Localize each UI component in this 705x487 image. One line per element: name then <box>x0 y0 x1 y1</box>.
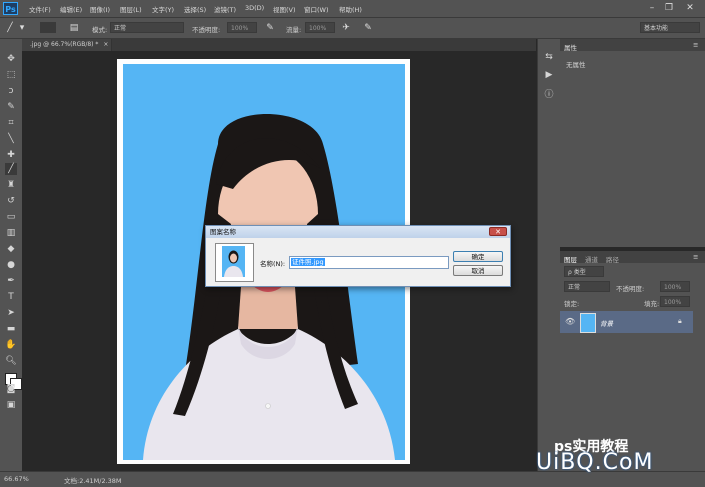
menu-window[interactable]: 窗口(W) <box>304 4 329 14</box>
flow-input[interactable]: 100% <box>305 22 335 33</box>
pressure-opacity-icon[interactable]: ✎ <box>264 22 276 34</box>
lock-icon: 🔒︎ <box>678 317 682 325</box>
move-tool-icon[interactable]: ✥ <box>5 53 17 65</box>
visibility-eye-icon[interactable]: 👁︎ <box>565 317 575 326</box>
quick-mask-icon[interactable]: ◙ <box>5 383 17 395</box>
pressure-size-icon[interactable]: ✎ <box>362 22 374 34</box>
airbrush-icon[interactable]: ✈ <box>340 22 352 34</box>
minimize-icon[interactable]: – <box>645 2 659 14</box>
ok-button[interactable]: 确定 <box>453 251 503 262</box>
menu-type[interactable]: 文字(Y) <box>152 4 174 14</box>
tab-close-icon[interactable]: × <box>103 41 108 48</box>
quick-select-tool-icon[interactable]: ✎ <box>5 101 17 113</box>
eraser-tool-icon[interactable]: ▭ <box>5 211 17 223</box>
no-properties-text: 无属性 <box>566 61 586 69</box>
menu-help[interactable]: 帮助(H) <box>339 4 362 14</box>
brush-panel-icon[interactable]: ▤ <box>68 22 80 34</box>
blur-tool-icon[interactable]: ◆ <box>5 243 17 255</box>
restore-icon[interactable]: ❐ <box>662 2 676 14</box>
panel-menu-icon[interactable]: ≡ <box>693 41 698 49</box>
clone-stamp-tool-icon[interactable]: ♜ <box>5 179 17 191</box>
gradient-tool-icon[interactable]: ▥ <box>5 227 17 239</box>
document-tab-title: .jpg @ 66.7%(RGB/8) * <box>30 41 99 48</box>
pattern-name-dialog: 图案名称 ✕ 名称(N): 证件照.jpg 确定 取消 <box>205 225 511 287</box>
dodge-tool-icon[interactable]: ● <box>5 259 17 271</box>
chevron-down-icon[interactable]: ▾ <box>16 22 28 34</box>
cancel-button[interactable]: 取消 <box>453 265 503 276</box>
fill-label: 填充: <box>644 300 660 308</box>
hand-tool-icon[interactable]: ✋ <box>5 339 17 351</box>
layer-filter-select[interactable]: ρ 类型 <box>564 266 604 277</box>
properties-header: 属性 ≡ <box>560 39 705 52</box>
path-select-tool-icon[interactable]: ➤ <box>5 307 17 319</box>
mode-select[interactable]: 正常 <box>110 22 184 33</box>
layer-fill-input[interactable]: 100% <box>660 296 690 307</box>
close-icon[interactable]: ✕ <box>683 2 697 14</box>
options-bar: ╱ ▾ ▤ 模式: 正常 不透明度: 100% ✎ 流量: 100% ✈ ✎ 基… <box>0 18 705 39</box>
type-tool-icon[interactable]: T <box>5 291 17 303</box>
menu-select[interactable]: 选择(S) <box>184 4 206 14</box>
lock-label: 锁定: <box>564 300 580 308</box>
opacity-label: 不透明度: <box>192 26 221 34</box>
menu-layer[interactable]: 图层(L) <box>120 4 142 14</box>
opacity-input[interactable]: 100% <box>227 22 257 33</box>
panel-menu-icon[interactable]: ≡ <box>693 253 698 261</box>
info-icon[interactable]: ⓘ <box>543 89 555 101</box>
dialog-title: 图案名称 <box>206 226 510 238</box>
brush-preset-picker[interactable] <box>40 22 56 33</box>
pattern-preview <box>215 243 254 282</box>
dialog-body: 名称(N): 证件照.jpg 确定 取消 <box>206 238 510 286</box>
name-label: 名称(N): <box>260 260 286 268</box>
brush-tool-icon[interactable]: ╱ <box>5 163 17 175</box>
brush-tool-icon[interactable]: ╱ <box>4 22 16 34</box>
eyedropper-tool-icon[interactable]: ╲ <box>5 133 17 145</box>
document-tab[interactable]: .jpg @ 66.7%(RGB/8) * × <box>22 39 112 51</box>
panel-icon-strip: ⇆ ▶ ⓘ <box>537 39 560 471</box>
pen-tool-icon[interactable]: ✒ <box>5 275 17 287</box>
shape-tool-icon[interactable]: ▬ <box>5 323 17 335</box>
document-info[interactable]: 文档:2.41M/2.38M <box>64 475 122 485</box>
menu-bar: Ps 文件(F) 编辑(E) 图像(I) 图层(L) 文字(Y) 选择(S) 滤… <box>0 0 705 18</box>
zoom-tool-icon[interactable]: 🔍︎ <box>5 355 17 367</box>
layers-header: 图层 通道 路径 ≡ <box>560 251 705 264</box>
menu-3d[interactable]: 3D(D) <box>245 4 264 12</box>
history-brush-tool-icon[interactable]: ↺ <box>5 195 17 207</box>
menu-file[interactable]: 文件(F) <box>29 4 51 14</box>
marquee-tool-icon[interactable]: ⬚ <box>5 69 17 81</box>
mode-label: 模式: <box>92 26 108 34</box>
menu-filter[interactable]: 滤镜(T) <box>214 4 236 14</box>
properties-panel: 属性 ≡ 无属性 <box>560 39 705 247</box>
layer-thumbnail <box>580 313 596 333</box>
tab-paths[interactable]: 路径 <box>606 254 619 264</box>
history-panel-icon[interactable]: ⇆ <box>543 51 555 63</box>
tab-properties[interactable]: 属性 <box>564 42 577 52</box>
dialog-close-button[interactable]: ✕ <box>489 227 507 236</box>
menu-view[interactable]: 视图(V) <box>273 4 296 14</box>
menu-image[interactable]: 图像(I) <box>90 4 110 14</box>
tab-layers[interactable]: 图层 <box>564 254 577 264</box>
toolbox: ✥ ⬚ ↄ ✎ ⌗ ╲ ✚ ╱ ♜ ↺ ▭ ▥ ◆ ● ✒ T ➤ ▬ ✋ 🔍︎… <box>0 39 23 471</box>
flow-label: 流量: <box>286 26 302 34</box>
layer-blend-mode-select[interactable]: 正常 <box>564 281 610 292</box>
layer-opacity-input[interactable]: 100% <box>660 281 690 292</box>
lasso-tool-icon[interactable]: ↄ <box>5 85 17 97</box>
layer-row[interactable]: 👁︎ 背景 🔒︎ <box>560 311 693 333</box>
pattern-name-value: 证件照.jpg <box>291 258 325 266</box>
menu-edit[interactable]: 编辑(E) <box>60 4 82 14</box>
layer-opacity-label: 不透明度: <box>616 285 645 293</box>
watermark: ps实用教程 UiBQ.CoM <box>528 436 698 476</box>
screen-mode-icon[interactable]: ▣ <box>5 399 17 411</box>
watermark-brand: UiBQ.CoM <box>536 450 654 475</box>
workspace-select[interactable]: 基本功能 <box>640 22 700 33</box>
actions-play-icon[interactable]: ▶ <box>543 69 555 81</box>
zoom-level[interactable]: 66.67% <box>4 475 29 483</box>
layer-name: 背景 <box>600 320 613 328</box>
photoshop-logo: Ps <box>3 2 18 15</box>
healing-brush-tool-icon[interactable]: ✚ <box>5 149 17 161</box>
pattern-name-input[interactable]: 证件照.jpg <box>289 256 449 269</box>
pattern-preview-image <box>222 246 245 277</box>
tab-channels[interactable]: 通道 <box>585 254 598 264</box>
crop-tool-icon[interactable]: ⌗ <box>5 117 17 129</box>
